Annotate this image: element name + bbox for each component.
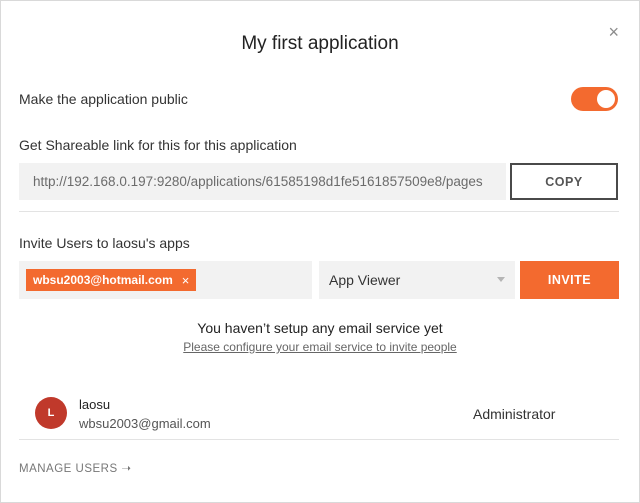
invite-email-input[interactable]: wbsu2003@hotmail.com × bbox=[19, 261, 312, 299]
configure-email-link-wrapper: Please configure your email service to i… bbox=[1, 340, 639, 354]
email-service-notice: You haven’t setup any email service yet bbox=[197, 320, 443, 336]
role-select-value: App Viewer bbox=[329, 272, 401, 288]
user-name: laosu bbox=[79, 397, 111, 412]
avatar: L bbox=[35, 397, 67, 429]
copy-button[interactable]: COPY bbox=[510, 163, 618, 200]
toggle-knob bbox=[597, 90, 615, 108]
close-icon[interactable]: × bbox=[608, 23, 619, 41]
share-application-modal: My first application × Make the applicat… bbox=[0, 0, 640, 503]
email-tag-label: wbsu2003@hotmail.com bbox=[33, 273, 173, 287]
modal-title: My first application bbox=[241, 33, 399, 54]
close-icon[interactable]: × bbox=[182, 273, 190, 288]
chevron-down-icon bbox=[497, 277, 505, 282]
email-tag: wbsu2003@hotmail.com × bbox=[26, 269, 197, 291]
shareable-link-field[interactable]: http://192.168.0.197:9280/applications/6… bbox=[19, 163, 506, 200]
user-email: wbsu2003@gmail.com bbox=[79, 416, 211, 431]
invite-button[interactable]: INVITE bbox=[520, 261, 619, 299]
invite-users-label: Invite Users to laosu's apps bbox=[19, 235, 190, 251]
divider bbox=[19, 439, 619, 440]
manage-users-link[interactable]: MANAGE USERS ➝ bbox=[19, 461, 132, 475]
make-public-label: Make the application public bbox=[19, 91, 188, 107]
configure-email-link[interactable]: Please configure your email service to i… bbox=[183, 340, 456, 354]
role-select[interactable]: App Viewer bbox=[319, 261, 515, 299]
user-role: Administrator bbox=[473, 406, 556, 422]
shareable-link-label: Get Shareable link for this for this app… bbox=[19, 137, 297, 153]
make-public-toggle[interactable] bbox=[571, 87, 618, 111]
divider bbox=[19, 211, 619, 212]
